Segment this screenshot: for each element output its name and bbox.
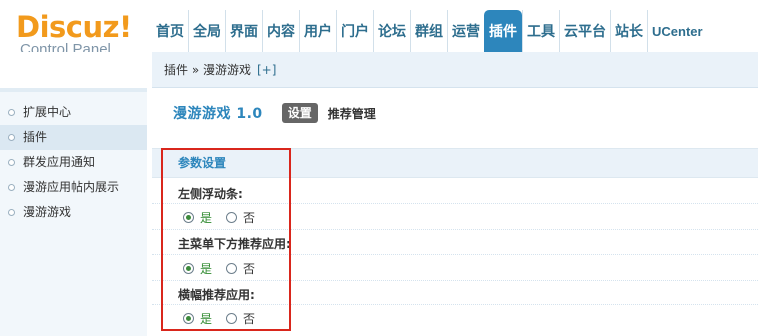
nav-operations[interactable]: 运营 <box>447 10 484 52</box>
sidebar-item-manyou-thread-display[interactable]: 漫游应用帖内展示 <box>0 175 147 200</box>
radio-label-no: 否 <box>243 312 256 326</box>
breadcrumb: 插件 » 漫游游戏 [+] <box>152 52 758 88</box>
sidebar: 扩展中心 插件 群发应用通知 漫游应用帖内展示 漫游游戏 <box>0 88 147 336</box>
nav-users[interactable]: 用户 <box>299 10 336 52</box>
radio-checked-icon[interactable] <box>183 263 194 274</box>
nav-home[interactable]: 首页 <box>152 10 188 52</box>
nav-interface[interactable]: 界面 <box>225 10 262 52</box>
tab-recommend-manage[interactable]: 推荐管理 <box>328 105 376 122</box>
bullet-icon <box>8 209 15 216</box>
nav-global[interactable]: 全局 <box>188 10 225 52</box>
radio-label-no: 否 <box>243 262 256 276</box>
radio-unchecked-icon[interactable] <box>226 263 238 274</box>
bullet-icon <box>8 184 15 191</box>
nav-portal[interactable]: 门户 <box>336 10 373 52</box>
nav-webmaster[interactable]: 站长 <box>610 10 647 52</box>
divider <box>152 304 758 305</box>
logo-title: Discuz! <box>16 10 132 44</box>
radio-checked-icon[interactable] <box>183 313 194 324</box>
sidebar-item-manyou-games[interactable]: 漫游游戏 <box>0 200 147 225</box>
radio-group-banner-recommend: 是 否 <box>183 310 269 327</box>
sidebar-item-label: 群发应用通知 <box>23 155 96 169</box>
divider <box>152 280 758 281</box>
sidebar-spacer <box>0 52 147 88</box>
nav-content[interactable]: 内容 <box>262 10 299 52</box>
nav-groups[interactable]: 群组 <box>410 10 447 52</box>
radio-label-yes: 是 <box>200 262 213 276</box>
radio-label-yes: 是 <box>200 312 213 326</box>
nav-tools[interactable]: 工具 <box>522 10 559 52</box>
radio-label-no: 否 <box>243 211 256 225</box>
radio-unchecked-icon[interactable] <box>226 313 238 324</box>
radio-no[interactable]: 否 <box>226 310 255 327</box>
section-header: 参数设置 <box>152 148 758 178</box>
nav-plugins[interactable]: 插件 <box>484 10 522 52</box>
divider <box>152 203 758 204</box>
radio-label-yes: 是 <box>200 211 213 225</box>
sidebar-item-app-notify[interactable]: 群发应用通知 <box>0 150 147 175</box>
section-title: 参数设置 <box>178 156 227 170</box>
sidebar-item-plugins[interactable]: 插件 <box>0 125 147 150</box>
breadcrumb-path: 插件 » 漫游游戏 <box>164 63 251 77</box>
nav-cloud[interactable]: 云平台 <box>559 10 610 52</box>
radio-no[interactable]: 否 <box>226 260 255 277</box>
radio-yes[interactable]: 是 <box>183 310 212 327</box>
sidebar-item-label: 漫游应用帖内展示 <box>23 180 120 194</box>
tab-settings[interactable]: 设置 <box>281 103 318 123</box>
breadcrumb-text: 插件 » 漫游游戏 [+] <box>164 52 276 88</box>
setting-label-banner-recommend: 横幅推荐应用: <box>178 288 255 302</box>
page-title: 漫游游戏 1.0 <box>173 106 263 122</box>
radio-group-left-float-bar: 是 否 <box>183 209 269 226</box>
radio-yes[interactable]: 是 <box>183 209 212 226</box>
divider <box>152 254 758 255</box>
add-shortcut-link[interactable]: [+] <box>257 63 276 77</box>
sidebar-item-label: 扩展中心 <box>23 105 72 119</box>
top-nav: 首页 全局 界面 内容 用户 门户 论坛 群组 运营 插件 工具 云平台 站长 … <box>152 10 707 52</box>
bullet-icon <box>8 109 15 116</box>
header: Discuz! Control Panel 首页 全局 界面 内容 用户 门户 … <box>0 0 758 58</box>
divider <box>152 229 758 230</box>
sidebar-item-label: 插件 <box>23 130 48 144</box>
sidebar-item-label: 漫游游戏 <box>23 205 72 219</box>
radio-checked-icon[interactable] <box>183 212 194 223</box>
nav-forum[interactable]: 论坛 <box>373 10 410 52</box>
radio-unchecked-icon[interactable] <box>226 212 238 223</box>
setting-label-left-float-bar: 左侧浮动条: <box>178 187 243 201</box>
radio-yes[interactable]: 是 <box>183 260 212 277</box>
radio-no[interactable]: 否 <box>226 209 255 226</box>
bullet-icon <box>8 134 15 141</box>
radio-group-menu-recommend: 是 否 <box>183 260 269 277</box>
sidebar-item-extension-center[interactable]: 扩展中心 <box>0 100 147 125</box>
page-header: 漫游游戏 1.0 设置 推荐管理 <box>173 103 376 123</box>
sidebar-list: 扩展中心 插件 群发应用通知 漫游应用帖内展示 漫游游戏 <box>0 100 147 225</box>
nav-ucenter[interactable]: UCenter <box>647 10 707 52</box>
setting-label-menu-recommend: 主菜单下方推荐应用: <box>178 237 291 251</box>
bullet-icon <box>8 159 15 166</box>
